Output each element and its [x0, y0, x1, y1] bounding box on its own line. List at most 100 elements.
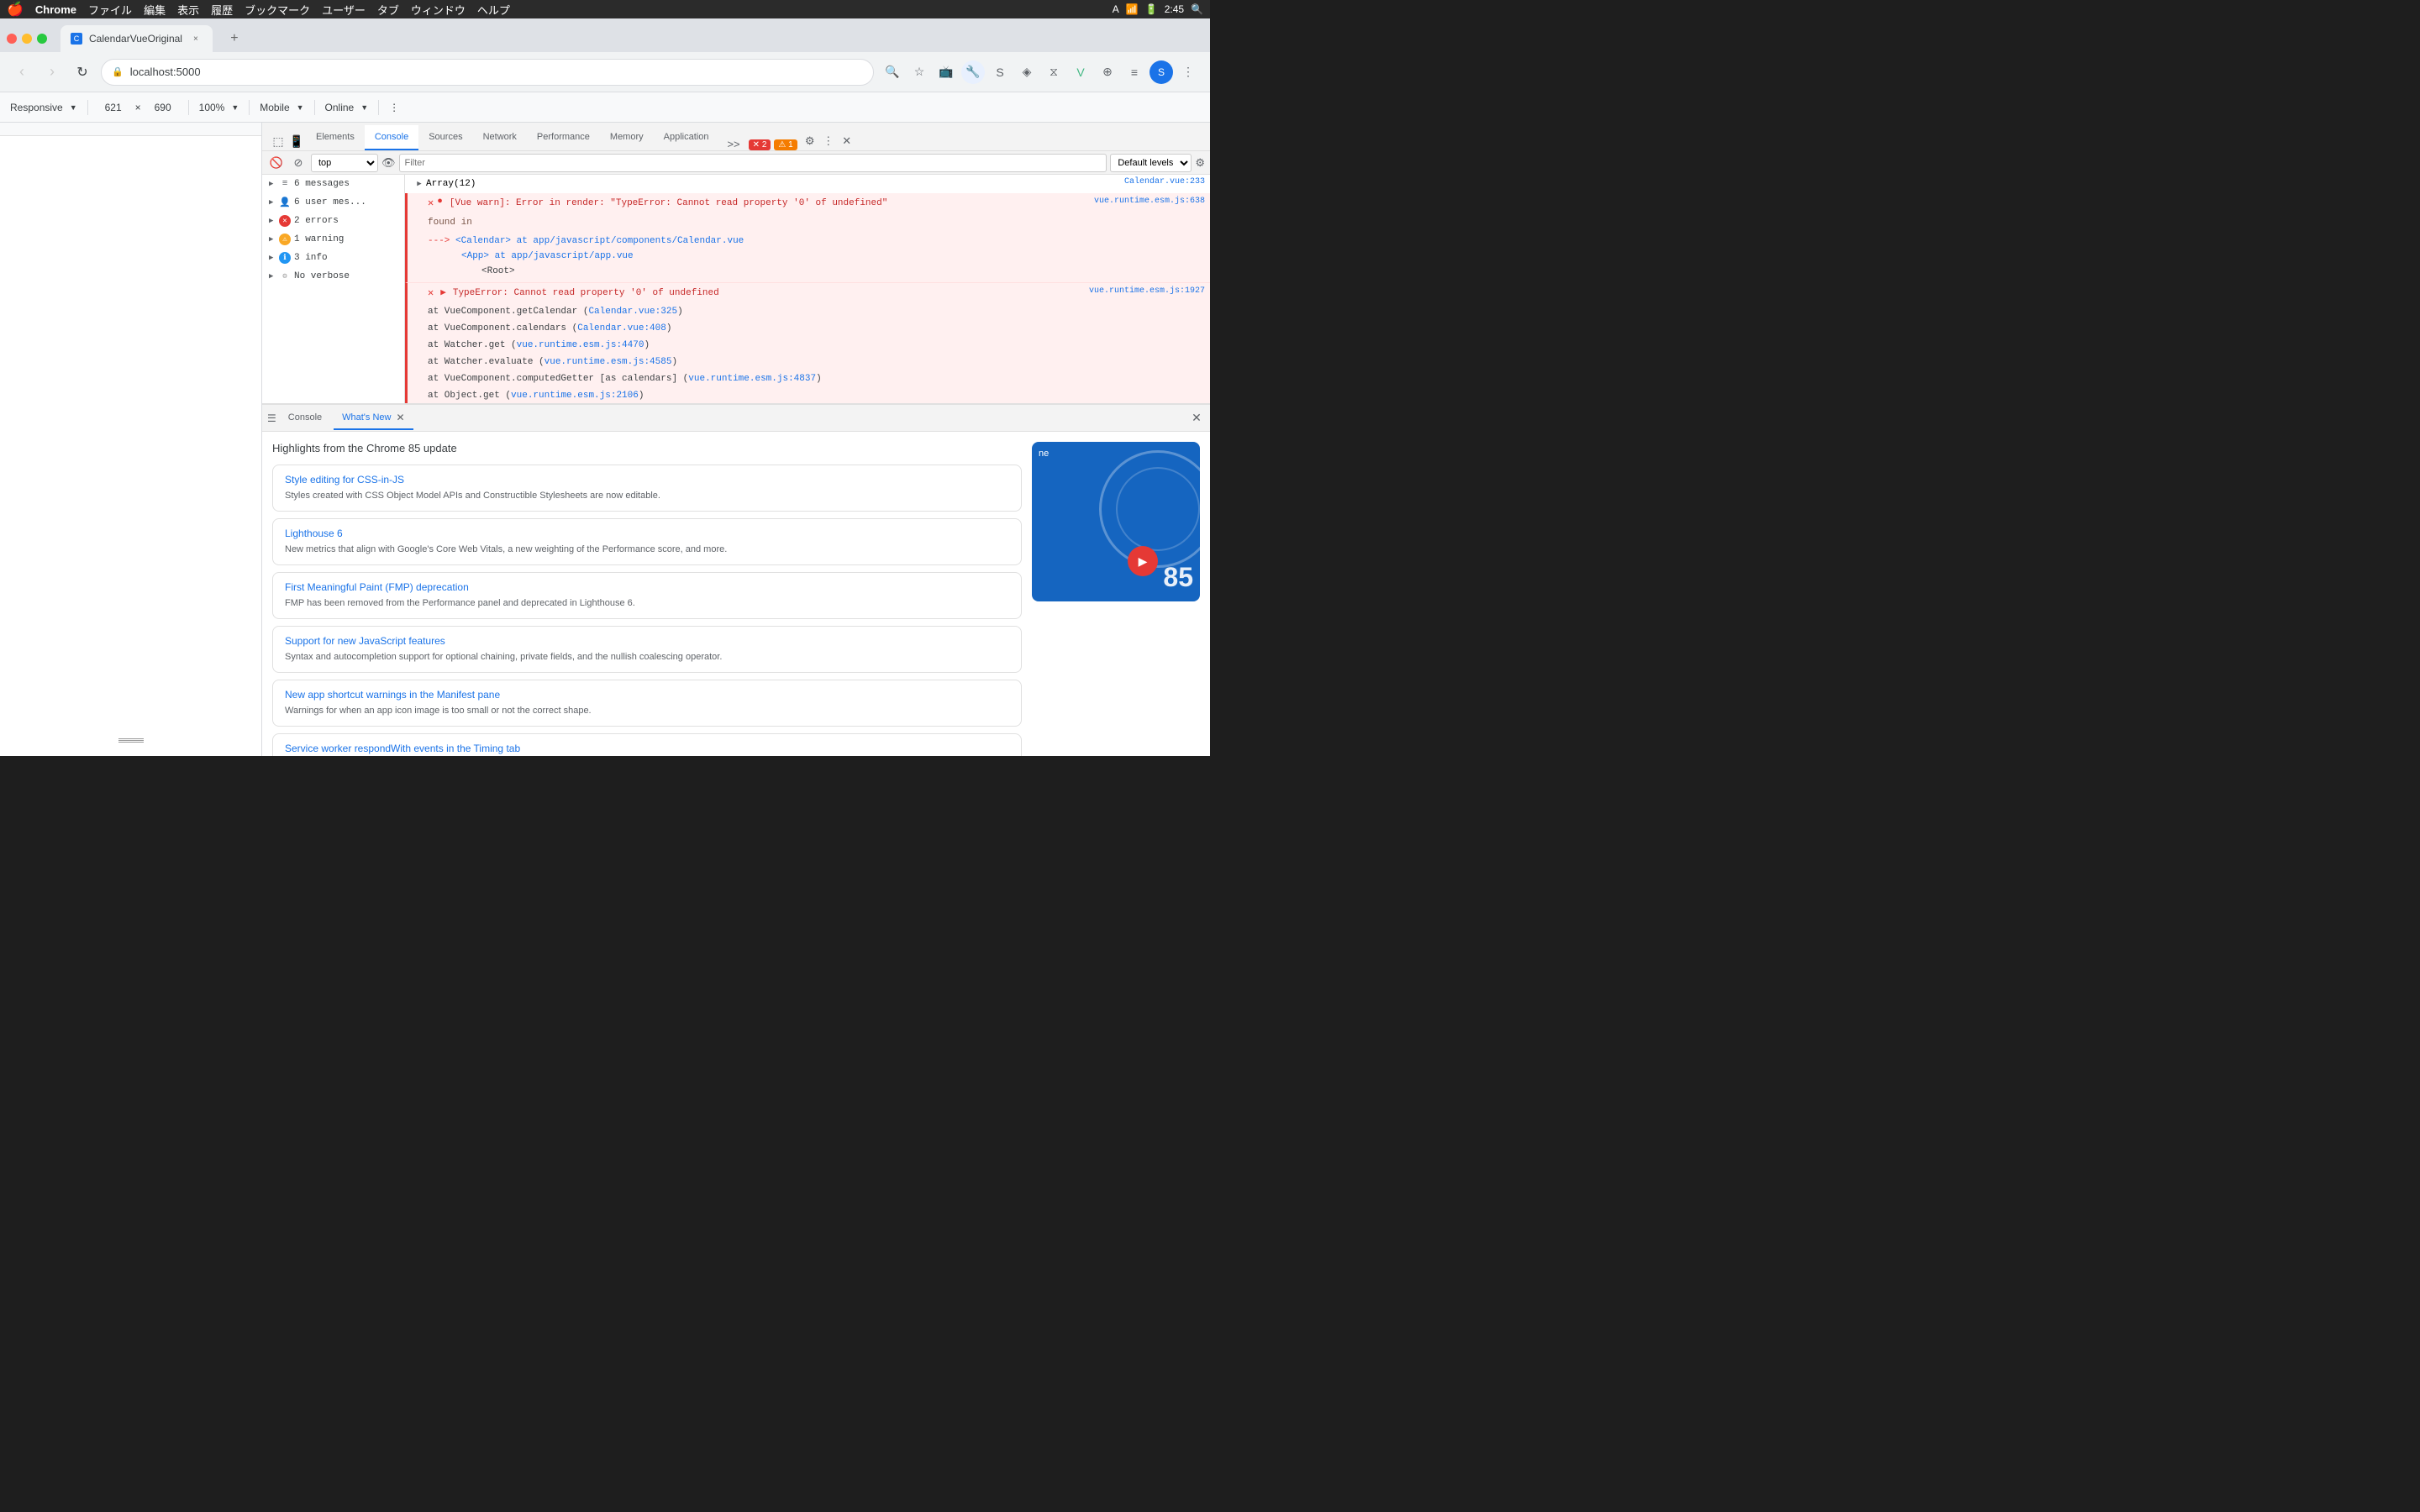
- menu-view[interactable]: 表示: [177, 2, 199, 18]
- resize-handle[interactable]: [114, 738, 148, 743]
- extension-icon1[interactable]: S: [988, 60, 1012, 84]
- feature-card-2[interactable]: First Meaningful Paint (FMP) deprecation…: [272, 572, 1022, 619]
- stack-file-link2[interactable]: Calendar.vue:408: [577, 323, 666, 333]
- reload-button[interactable]: ↻: [71, 60, 94, 84]
- tab-performance[interactable]: Performance: [527, 125, 600, 150]
- menu-tab[interactable]: タブ: [377, 2, 399, 18]
- devtools-close-icon[interactable]: ✕: [838, 132, 856, 150]
- forward-button[interactable]: ›: [40, 60, 64, 84]
- menu-file[interactable]: ファイル: [88, 2, 132, 18]
- vue-warn-file[interactable]: vue.runtime.esm.js:638: [1094, 197, 1205, 206]
- bookmark-icon[interactable]: ☆: [908, 60, 931, 84]
- sidebar-warnings[interactable]: ▶ ⚠ 1 warning: [262, 230, 404, 249]
- arrow-icon: ▶: [269, 235, 279, 244]
- network-select[interactable]: Online: [325, 102, 355, 113]
- stack-file-link[interactable]: Calendar.vue:325: [588, 307, 677, 317]
- type-error-file[interactable]: vue.runtime.esm.js:1927: [1089, 286, 1205, 296]
- more-tabs-button[interactable]: >>: [722, 138, 744, 150]
- chrome-menu-icon[interactable]: ⋮: [1176, 60, 1200, 84]
- tab-console-button[interactable]: Console: [280, 407, 330, 430]
- sidebar-info[interactable]: ▶ ℹ 3 info: [262, 249, 404, 267]
- menu-history[interactable]: 履歴: [211, 2, 233, 18]
- component-link2[interactable]: <App> at app/javascript/app.vue: [461, 251, 634, 261]
- tab-elements[interactable]: Elements: [306, 125, 365, 150]
- tab-close-button[interactable]: ×: [189, 32, 203, 45]
- component-link1[interactable]: <Calendar> at app/javascript/components/…: [455, 236, 744, 246]
- minimize-button[interactable]: [22, 34, 32, 44]
- inspect-icon[interactable]: ⬚: [269, 132, 287, 150]
- menu-edit[interactable]: 編集: [144, 2, 166, 18]
- devtools-more-icon[interactable]: ⋮: [819, 132, 838, 150]
- extension-icon2[interactable]: ◈: [1015, 60, 1039, 84]
- stack-file-link3[interactable]: vue.runtime.esm.js:4470: [517, 340, 644, 350]
- feature-card-0[interactable]: Style editing for CSS-in-JS Styles creat…: [272, 465, 1022, 512]
- stack-file-link5[interactable]: vue.runtime.esm.js:4837: [688, 374, 816, 384]
- file-link[interactable]: Calendar.vue:233: [1124, 177, 1205, 186]
- tab-sources[interactable]: Sources: [418, 125, 472, 150]
- feature-card-5[interactable]: Service worker respondWith events in the…: [272, 733, 1022, 756]
- new-tab-button[interactable]: +: [223, 27, 246, 50]
- filter-input[interactable]: [399, 154, 1107, 172]
- level-select[interactable]: Default levels: [1110, 154, 1192, 172]
- apple-menu[interactable]: 🍎: [7, 1, 24, 18]
- more-options-icon[interactable]: ⋮: [389, 102, 399, 113]
- hamburger-icon[interactable]: ☰: [267, 412, 276, 424]
- devtools-icon[interactable]: 🔧: [961, 60, 985, 84]
- mobile-select[interactable]: Mobile: [260, 102, 289, 113]
- menu-window[interactable]: ウィンドウ: [411, 2, 466, 18]
- whats-new-video[interactable]: ▶ ne 85: [1032, 442, 1200, 601]
- tab-application[interactable]: Application: [654, 125, 719, 150]
- width-input[interactable]: [98, 102, 129, 113]
- extension-icon3[interactable]: ⧖: [1042, 60, 1065, 84]
- accessibility-icon: A: [1113, 3, 1119, 15]
- error-header[interactable]: ✕ ● [Vue warn]: Error in render: "TypeEr…: [428, 197, 1205, 210]
- cast-icon[interactable]: 📺: [934, 60, 958, 84]
- feature-card-3[interactable]: Support for new JavaScript features Synt…: [272, 626, 1022, 673]
- clear-console-icon[interactable]: 🚫: [267, 154, 286, 172]
- tab-console[interactable]: Console: [365, 125, 418, 150]
- device-icon[interactable]: 📱: [287, 132, 306, 150]
- panel-close-button[interactable]: ✕: [1188, 410, 1205, 427]
- stack-file-link4[interactable]: vue.runtime.esm.js:4585: [544, 357, 672, 367]
- whats-new-tab-close[interactable]: ✕: [396, 412, 404, 423]
- console-item-array[interactable]: ▶ Array(12) Calendar.vue:233: [405, 175, 1210, 193]
- back-button[interactable]: ‹: [10, 60, 34, 84]
- menu-help[interactable]: ヘルプ: [477, 2, 510, 18]
- vuejs-icon[interactable]: V: [1069, 60, 1092, 84]
- address-bar[interactable]: 🔒 localhost:5000: [101, 59, 874, 86]
- active-tab[interactable]: C CalendarVueOriginal ×: [60, 25, 213, 52]
- expand-arrow-icon[interactable]: ▶: [413, 177, 426, 191]
- height-input[interactable]: [148, 102, 178, 113]
- tab-memory[interactable]: Memory: [600, 125, 654, 150]
- sidebar-group-messages[interactable]: ▶ ≡ 6 messages: [262, 175, 404, 193]
- tab-network[interactable]: Network: [473, 125, 527, 150]
- sidebar-user-messages[interactable]: ▶ 👤 6 user mes...: [262, 193, 404, 212]
- component-line1[interactable]: ---> <Calendar> at app/javascript/compon…: [428, 234, 1205, 249]
- profile-icon[interactable]: S: [1150, 60, 1173, 84]
- responsive-select[interactable]: Responsive: [10, 102, 63, 113]
- search-icon[interactable]: 🔍: [1191, 3, 1203, 15]
- tab-whats-new-button[interactable]: What's New ✕: [334, 407, 413, 430]
- sidebar-errors[interactable]: ▶ ✕ 2 errors: [262, 212, 404, 230]
- extension-icon4[interactable]: ⊕: [1096, 60, 1119, 84]
- app-name: Chrome: [35, 3, 76, 16]
- menu-bookmarks[interactable]: ブックマーク: [245, 2, 310, 18]
- eye-icon[interactable]: 👁: [381, 156, 396, 170]
- context-select[interactable]: top: [311, 154, 378, 172]
- devtools-settings-icon[interactable]: ⚙: [801, 132, 819, 150]
- sidebar-verbose[interactable]: ▶ ⚙ No verbose: [262, 267, 404, 286]
- console-settings-icon[interactable]: ⚙: [1195, 156, 1205, 170]
- feature-card-4[interactable]: New app shortcut warnings in the Manifes…: [272, 680, 1022, 727]
- video-play-button[interactable]: ▶: [1128, 546, 1158, 576]
- zoom-select[interactable]: 100%: [199, 102, 225, 113]
- clear-icon[interactable]: ⊘: [289, 154, 308, 172]
- error-expand-arrow[interactable]: ▶: [440, 286, 446, 298]
- maximize-button[interactable]: [37, 34, 47, 44]
- search-icon[interactable]: 🔍: [881, 60, 904, 84]
- feature-card-1[interactable]: Lighthouse 6 New metrics that align with…: [272, 518, 1022, 565]
- stack-file-link6[interactable]: vue.runtime.esm.js:2106: [511, 391, 639, 401]
- menu-user[interactable]: ユーザー: [322, 2, 366, 18]
- extension-icon5[interactable]: ≡: [1123, 60, 1146, 84]
- close-button[interactable]: [7, 34, 17, 44]
- type-error-header[interactable]: ✕ ▶ TypeError: Cannot read property '0' …: [428, 286, 1205, 300]
